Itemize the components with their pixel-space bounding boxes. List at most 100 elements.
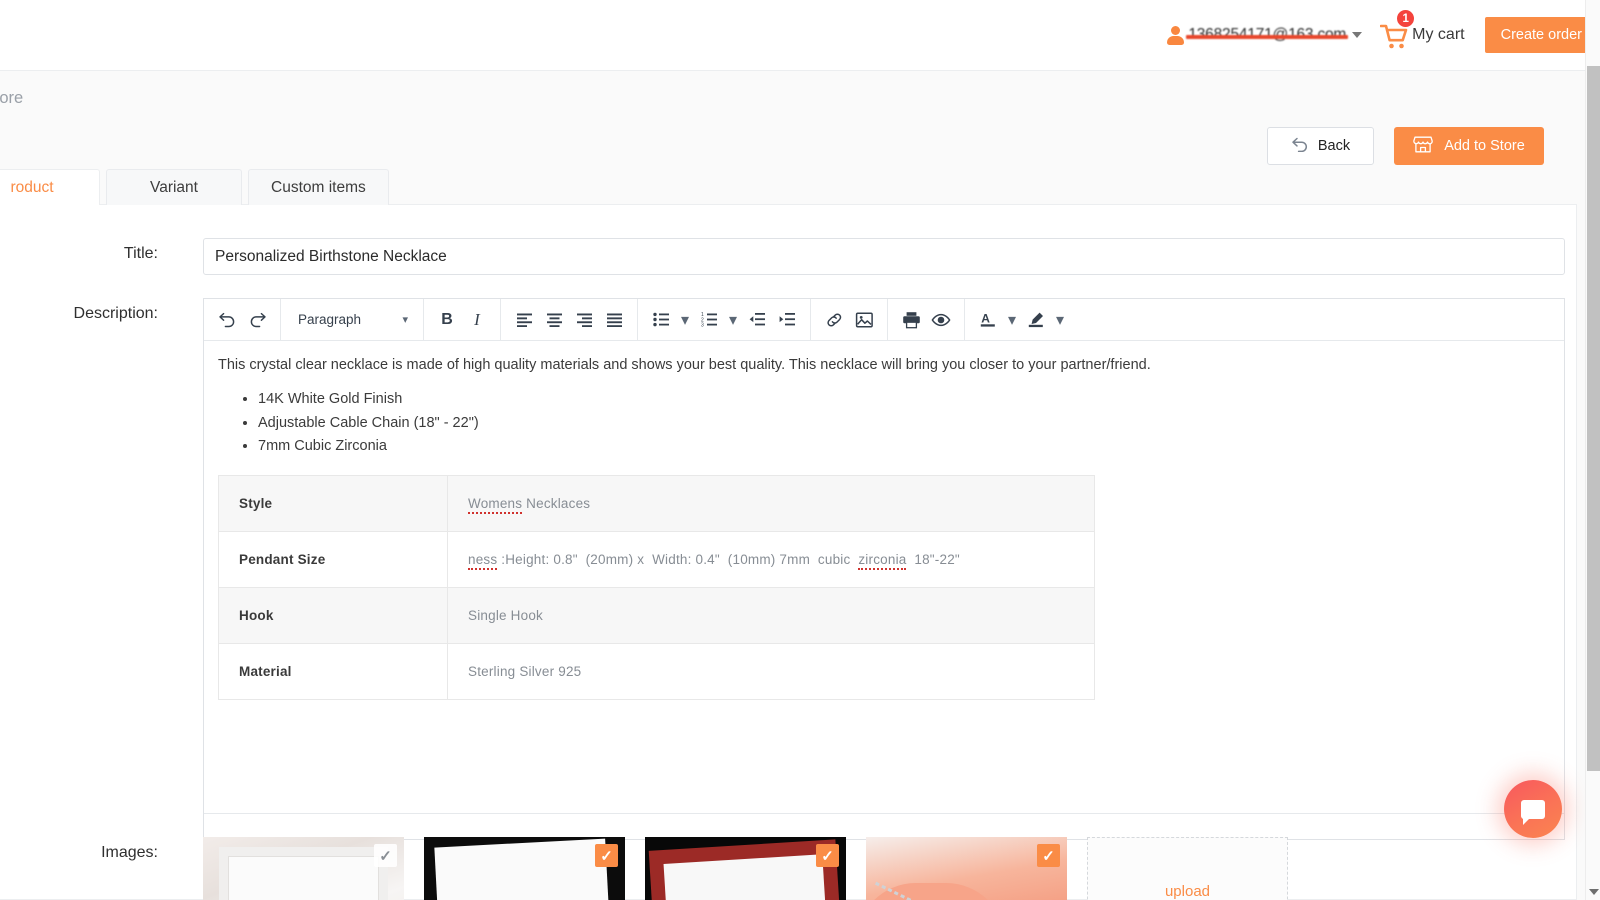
- svg-text:3: 3: [701, 323, 704, 327]
- block-format-select[interactable]: Paragraph ▾: [290, 306, 414, 334]
- upload-dropzone[interactable]: upload Or: [1087, 837, 1288, 900]
- highlight-pen-icon[interactable]: [1022, 306, 1050, 334]
- tab-custom-items[interactable]: Custom items: [248, 169, 389, 205]
- align-right-icon[interactable]: [570, 306, 598, 334]
- misspelled-word: ness: [468, 551, 498, 570]
- image-checkbox[interactable]: ✓: [374, 844, 397, 867]
- spec-key: Hook: [218, 586, 448, 644]
- align-left-icon[interactable]: [510, 306, 538, 334]
- toolbar-group-style: B I: [424, 299, 501, 340]
- undo-icon[interactable]: [213, 306, 241, 334]
- editor-toolbar: Paragraph ▾ B I ▾ 1 2 3 ▾ A ▾ ▾: [204, 299, 1564, 341]
- upload-link[interactable]: upload: [1165, 883, 1210, 900]
- toolbar-group-lists: ▾ 1 2 3 ▾: [638, 299, 811, 340]
- image-thumbnail-red-frame[interactable]: Perfect Love ✓: [645, 837, 846, 900]
- editor-content[interactable]: This crystal clear necklace is made of h…: [204, 341, 1564, 813]
- list-item: Adjustable Cable Chain (18" - 22"): [258, 412, 1548, 436]
- account-menu[interactable]: 1368254171@163.com: [1167, 25, 1363, 45]
- indent-icon[interactable]: [773, 306, 801, 334]
- bold-icon[interactable]: B: [433, 306, 461, 334]
- breadcrumb: o Store: [0, 89, 24, 107]
- scrollbar-thumb[interactable]: [1587, 66, 1600, 771]
- numbered-list-icon[interactable]: 1 2 3: [695, 306, 723, 334]
- toolbar-group-history: [204, 299, 281, 340]
- table-row: Hook Single Hook: [218, 586, 1095, 644]
- add-to-store-button[interactable]: Add to Store: [1394, 127, 1544, 165]
- page-body: o Store Back: [0, 70, 1586, 900]
- image-thumbnail-white-frame[interactable]: Perfect Love ✓: [203, 837, 404, 900]
- list-item: 7mm Cubic Zirconia: [258, 435, 1548, 459]
- italic-icon[interactable]: I: [463, 306, 491, 334]
- eye-preview-icon[interactable]: [927, 306, 955, 334]
- text-color-chevron-down-icon[interactable]: ▾: [1004, 306, 1020, 334]
- scroll-down-arrow-icon[interactable]: [1589, 889, 1599, 895]
- images-label: Images:: [101, 844, 158, 861]
- table-row: Style Womens Necklaces: [218, 474, 1095, 532]
- description-paragraph: This crystal clear necklace is made of h…: [218, 357, 1151, 373]
- specification-table: Style Womens Necklaces Pendant Size ness…: [218, 474, 1095, 700]
- image-icon[interactable]: [850, 306, 878, 334]
- numbered-list-options-chevron-down-icon[interactable]: ▾: [725, 306, 741, 334]
- image-checkbox[interactable]: ✓: [595, 844, 618, 867]
- action-buttons: Back Add to Store: [1267, 127, 1544, 165]
- list-item: 14K White Gold Finish: [258, 388, 1548, 412]
- tab-variant[interactable]: Variant: [106, 169, 242, 205]
- toolbar-group-block-format: Paragraph ▾: [281, 299, 424, 340]
- editor-status-bar: [204, 813, 1564, 839]
- description-field-row: Description: Paragraph ▾ B I ▾ 1 2 3 ▾ A…: [0, 298, 1565, 840]
- top-bar: 1368254171@163.com 1 My cart Create orde…: [0, 0, 1598, 70]
- text-color-icon[interactable]: A: [974, 306, 1002, 334]
- description-bullet-list: 14K White Gold Finish Adjustable Cable C…: [258, 388, 1548, 459]
- image-checkbox[interactable]: ✓: [1037, 844, 1060, 867]
- align-center-icon[interactable]: [540, 306, 568, 334]
- add-to-store-label: Add to Store: [1444, 138, 1525, 154]
- align-justify-icon[interactable]: [600, 306, 628, 334]
- toolbar-group-color: A ▾ ▾: [965, 299, 1077, 340]
- store-icon: [1413, 135, 1433, 158]
- chat-bubble-icon: [1521, 799, 1545, 825]
- misspelled-word: Womens: [468, 495, 523, 514]
- toolbar-group-insert: [811, 299, 888, 340]
- bullet-list-options-chevron-down-icon[interactable]: ▾: [677, 306, 693, 334]
- link-icon[interactable]: [820, 306, 848, 334]
- spec-value: ness :Height: 0.8" (20mm) x Width: 0.4" …: [447, 530, 1095, 588]
- my-cart-button[interactable]: 1 My cart: [1380, 9, 1465, 49]
- images-strip: Perfect Love ✓ Perfect Love ✓ Perfect Lo…: [203, 837, 1288, 900]
- highlight-chevron-down-icon[interactable]: ▾: [1052, 306, 1068, 334]
- description-label: Description:: [73, 305, 158, 322]
- chevron-down-icon: ▾: [402, 314, 408, 326]
- spec-value: Sterling Silver 925: [447, 642, 1095, 700]
- toolbar-group-align: [501, 299, 638, 340]
- outdent-icon[interactable]: [743, 306, 771, 334]
- chat-support-button[interactable]: [1504, 780, 1562, 838]
- title-label: Title:: [123, 245, 158, 262]
- cart-count-badge: 1: [1396, 9, 1416, 28]
- print-icon[interactable]: [897, 306, 925, 334]
- tab-bar: roduct Variant Custom items: [0, 169, 389, 206]
- spec-value: Single Hook: [447, 586, 1095, 644]
- svg-text:A: A: [981, 311, 990, 325]
- image-checkbox[interactable]: ✓: [816, 844, 839, 867]
- bullet-list-icon[interactable]: [647, 306, 675, 334]
- redo-icon[interactable]: [243, 306, 271, 334]
- chevron-down-icon[interactable]: [1352, 32, 1363, 38]
- images-field-row: Images: Perfect Love ✓ Perfect Love: [0, 837, 1288, 900]
- account-email: 1368254171@163.com: [1186, 26, 1348, 43]
- image-thumbnail-black-background[interactable]: Perfect Love ✓: [424, 837, 625, 900]
- spec-key: Style: [218, 474, 448, 532]
- misspelled-word: zirconia: [858, 551, 907, 570]
- back-label: Back: [1317, 138, 1351, 154]
- table-row: Pendant Size ness :Height: 0.8" (20mm) x…: [218, 530, 1095, 588]
- image-thumbnail-necklace-in-hand[interactable]: ✓: [866, 837, 1067, 900]
- title-input[interactable]: [203, 238, 1565, 275]
- title-field-row: Title:: [0, 238, 1565, 275]
- back-arrow-icon: [1291, 136, 1309, 156]
- block-format-value: Paragraph: [298, 312, 362, 327]
- product-form-panel: Title: Description:: [0, 204, 1577, 900]
- tab-product[interactable]: roduct: [0, 169, 100, 206]
- create-order-button[interactable]: Create order: [1484, 17, 1598, 53]
- toolbar-group-tools: [888, 299, 965, 340]
- vertical-scrollbar[interactable]: [1585, 0, 1600, 900]
- back-button[interactable]: Back: [1267, 127, 1374, 165]
- rich-text-editor: Paragraph ▾ B I ▾ 1 2 3 ▾ A ▾ ▾ This cry…: [203, 298, 1565, 840]
